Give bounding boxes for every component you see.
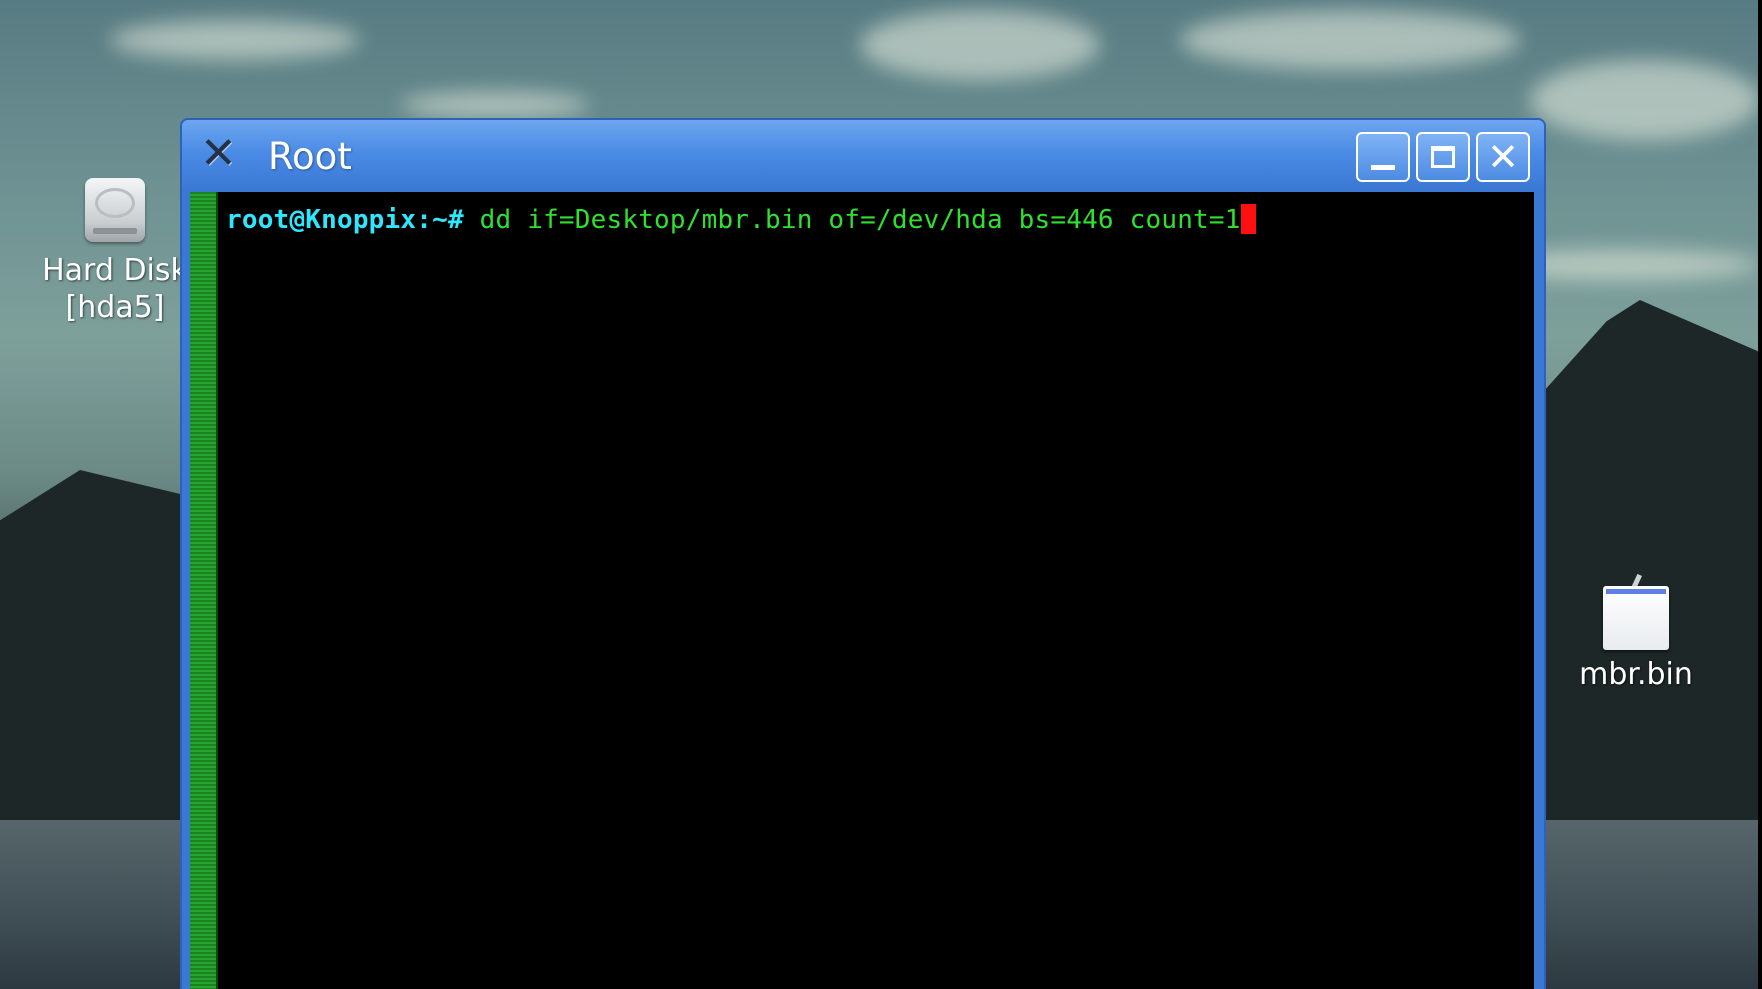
terminal-cursor (1240, 204, 1256, 234)
x-icon[interactable]: ✕ (200, 132, 240, 176)
cloud (1530, 60, 1760, 140)
hard-disk-icon (85, 178, 145, 242)
mountain-left (0, 470, 200, 830)
desktop-icon-mbr-bin[interactable]: mbr.bin (1576, 573, 1696, 693)
cloud (400, 92, 590, 118)
terminal-prompt: root@Knoppix:~# (226, 205, 480, 235)
terminal-command: dd if=Desktop/mbr.bin of=/dev/hda bs=446… (479, 205, 1241, 235)
hard-disk-label-line1: Hard Disk (42, 253, 188, 288)
terminal-area[interactable]: root@Knoppix:~# dd if=Desktop/mbr.bin of… (190, 192, 1534, 989)
mountain-right (1540, 300, 1762, 830)
hard-disk-label-line2: [hda5] (65, 290, 165, 325)
cloud (1180, 10, 1520, 70)
close-icon: ✕ (1487, 135, 1519, 179)
terminal-window: ✕ Root ✕ root@Knoppix:~# dd if=Desktop/m… (180, 118, 1546, 989)
window-title: Root (268, 135, 352, 178)
desktop-icon-hard-disk[interactable]: Hard Disk [hda5] (30, 178, 200, 326)
maximize-icon (1431, 146, 1455, 168)
cloud (860, 10, 1100, 80)
terminal-scrollbar[interactable] (190, 192, 218, 989)
maximize-button[interactable] (1416, 132, 1470, 182)
minimize-button[interactable] (1356, 132, 1410, 182)
cloud (110, 20, 360, 60)
file-icon (1603, 573, 1669, 650)
window-titlebar[interactable]: ✕ Root ✕ (182, 120, 1544, 190)
terminal-command-line: root@Knoppix:~# dd if=Desktop/mbr.bin of… (226, 204, 1256, 236)
desktop: Hard Disk [hda5] mbr.bin ✕ Root ✕ root@K… (0, 0, 1762, 989)
mbr-bin-label: mbr.bin (1579, 657, 1693, 692)
close-button[interactable]: ✕ (1476, 132, 1530, 182)
minimize-icon (1371, 164, 1395, 170)
screen-edge (1758, 0, 1762, 989)
